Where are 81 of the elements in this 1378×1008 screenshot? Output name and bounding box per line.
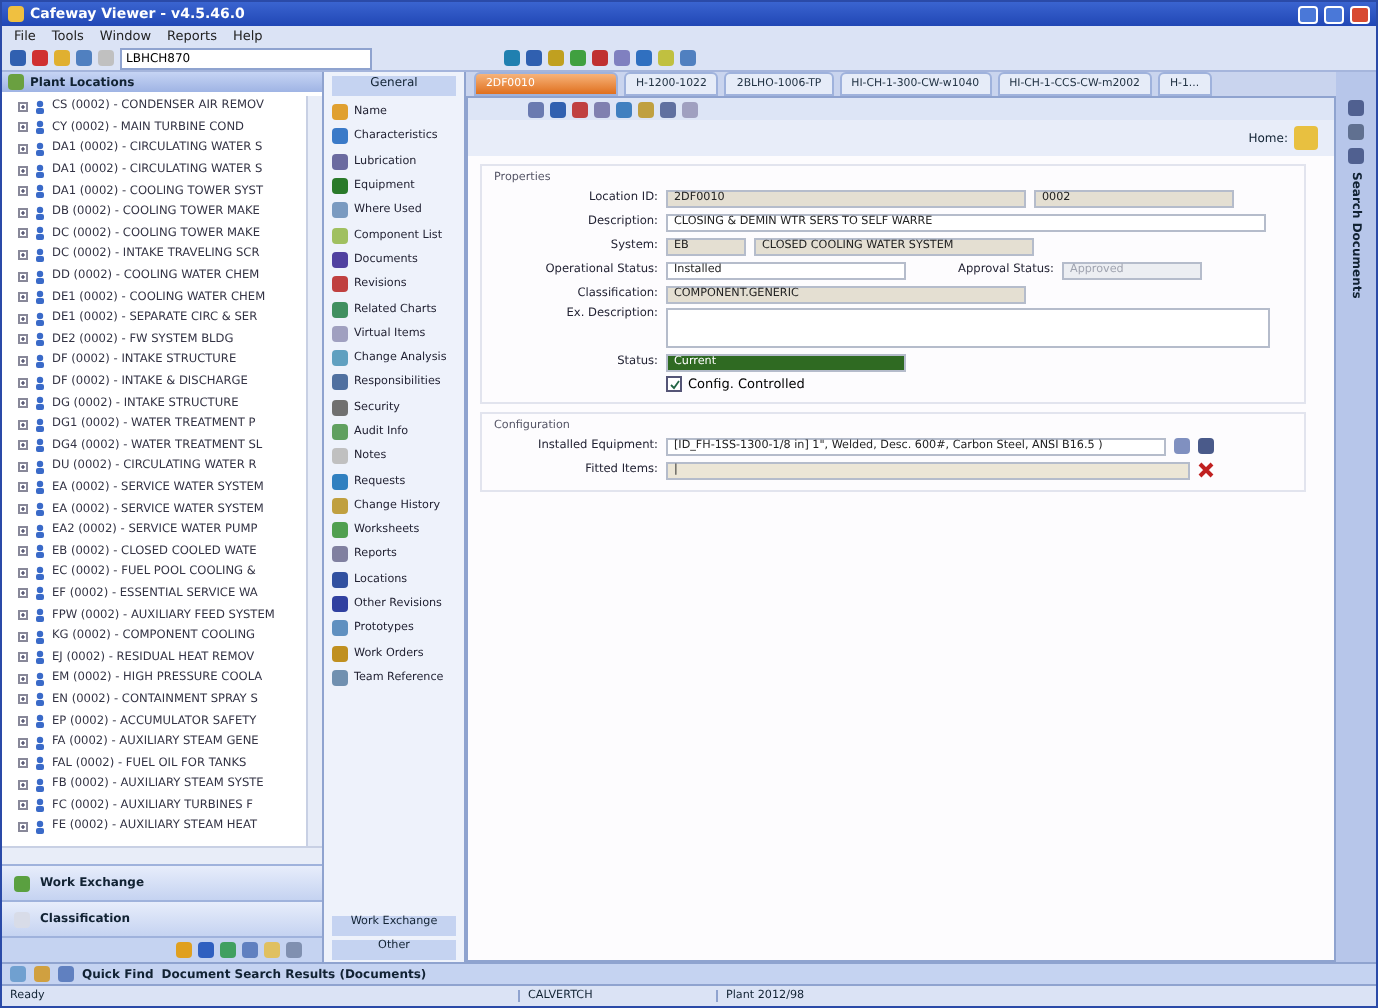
person-icon — [34, 565, 46, 580]
person-icon — [34, 735, 46, 750]
scrollbar[interactable] — [306, 96, 322, 846]
person-icon — [34, 205, 46, 220]
checkbox[interactable] — [666, 376, 682, 392]
expand-icon[interactable] — [18, 207, 28, 218]
person-icon — [34, 629, 46, 644]
expand-icon[interactable] — [18, 525, 28, 536]
person-icon — [34, 290, 46, 305]
expand-icon[interactable] — [18, 271, 28, 282]
save-icon[interactable] — [1198, 438, 1214, 454]
person-icon — [34, 438, 46, 453]
person-icon — [34, 714, 46, 729]
person-icon — [34, 396, 46, 411]
ex-description-field[interactable] — [666, 308, 1270, 348]
person-icon — [34, 480, 46, 495]
person-icon — [34, 99, 46, 114]
expand-icon[interactable] — [18, 249, 28, 260]
expand-icon[interactable] — [18, 758, 28, 769]
expand-icon[interactable] — [18, 143, 28, 154]
person-icon — [34, 184, 46, 199]
person-icon — [34, 269, 46, 284]
person-icon — [34, 247, 46, 262]
expand-icon[interactable] — [18, 716, 28, 727]
expand-icon[interactable] — [18, 631, 28, 642]
person-icon — [34, 777, 46, 792]
person-icon — [34, 459, 46, 474]
person-icon — [34, 586, 46, 601]
close-button[interactable] — [1350, 5, 1370, 23]
person-icon — [34, 798, 46, 813]
person-icon — [34, 332, 46, 347]
person-icon — [34, 819, 46, 834]
person-icon — [34, 523, 46, 538]
expand-icon[interactable] — [18, 398, 28, 409]
person-icon — [34, 417, 46, 432]
person-icon — [34, 163, 46, 178]
person-icon — [34, 692, 46, 707]
expand-icon[interactable] — [18, 779, 28, 790]
expand-icon[interactable] — [18, 694, 28, 705]
person-icon — [34, 608, 46, 623]
expand-icon[interactable] — [18, 504, 28, 515]
expand-icon[interactable] — [18, 440, 28, 451]
expand-icon[interactable] — [18, 610, 28, 621]
person-icon — [34, 502, 46, 517]
maximize-button[interactable] — [1324, 5, 1344, 23]
person-icon — [34, 353, 46, 368]
expand-icon[interactable] — [18, 588, 28, 599]
delete-icon[interactable] — [1198, 462, 1214, 478]
person-icon — [34, 226, 46, 241]
expand-icon[interactable] — [18, 482, 28, 493]
expand-icon[interactable] — [18, 313, 28, 324]
minimize-button[interactable] — [1298, 5, 1318, 23]
expand-icon[interactable] — [18, 419, 28, 430]
tree-icon — [8, 74, 24, 90]
expand-icon[interactable] — [18, 567, 28, 578]
person-icon — [34, 120, 46, 135]
person-icon — [34, 141, 46, 156]
expand-icon[interactable] — [18, 292, 28, 303]
person-icon — [34, 671, 46, 686]
app-icon — [8, 6, 24, 22]
expand-icon[interactable] — [18, 186, 28, 197]
expand-icon[interactable] — [18, 101, 28, 112]
expand-icon[interactable] — [18, 122, 28, 133]
person-icon — [34, 756, 46, 771]
person-icon — [34, 544, 46, 559]
expand-icon[interactable] — [18, 652, 28, 663]
person-icon — [34, 375, 46, 390]
expand-icon[interactable] — [18, 673, 28, 684]
expand-icon[interactable] — [18, 228, 28, 239]
expand-icon[interactable] — [18, 800, 28, 811]
person-icon — [34, 311, 46, 326]
expand-icon[interactable] — [18, 821, 28, 832]
expand-icon[interactable] — [18, 461, 28, 472]
expand-icon[interactable] — [18, 355, 28, 366]
expand-icon[interactable] — [18, 377, 28, 388]
expand-icon[interactable] — [18, 165, 28, 176]
expand-icon[interactable] — [18, 334, 28, 345]
expand-icon[interactable] — [18, 737, 28, 748]
scrollbar[interactable] — [2, 846, 322, 864]
expand-icon[interactable] — [18, 546, 28, 557]
person-icon — [34, 650, 46, 665]
